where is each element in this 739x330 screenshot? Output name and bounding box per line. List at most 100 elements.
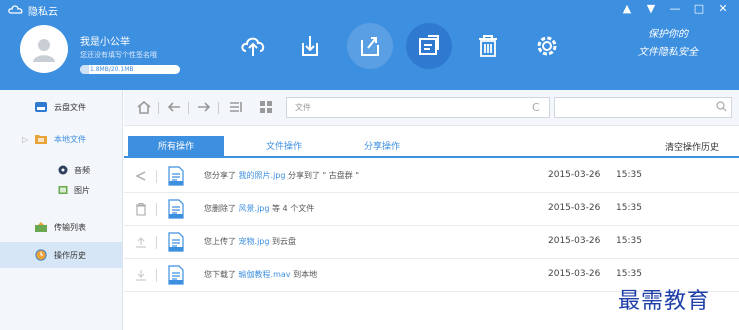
settings-icon xyxy=(537,36,557,56)
search-input[interactable] xyxy=(554,97,732,118)
history-row[interactable]: 您分享了 我的照片.jpg 分享到了 " 古盘群 " 2015-03-26 15… xyxy=(124,160,739,193)
share-button[interactable] xyxy=(347,23,393,69)
settings-button[interactable] xyxy=(524,23,570,69)
close-button[interactable]: ✕ xyxy=(717,2,729,16)
search-icon[interactable] xyxy=(716,101,727,112)
tab-file-operations[interactable]: 文件操作 xyxy=(236,136,332,158)
history-time: 15:35 xyxy=(616,170,642,180)
history-file-link[interactable]: 瑜伽教程.mav xyxy=(239,270,291,279)
clear-history-button[interactable]: 清空操作历史 xyxy=(665,140,719,153)
sidebar-subitem-images[interactable]: 图片 xyxy=(58,182,90,198)
dropdown-menu-icon[interactable]: ▼ xyxy=(645,2,657,16)
minimize-button[interactable]: — xyxy=(669,2,681,16)
trash-button[interactable] xyxy=(465,23,511,69)
sidebar-item-local-files[interactable]: ▷ 本地文件 xyxy=(0,126,122,152)
history-detail: 分享到了 " 古盘群 " xyxy=(288,171,360,180)
slogan-line-1: 保护你的 xyxy=(648,29,688,40)
tab-share-operations[interactable]: 分享操作 xyxy=(334,136,430,158)
slogan: 保护你的 文件隐私安全 xyxy=(608,26,728,62)
share-icon xyxy=(361,37,379,56)
history-tabs: 所有操作 文件操作 分享操作 清空操作历史 xyxy=(124,126,739,158)
sidebar-item-label: 本地文件 xyxy=(54,134,86,144)
history-button[interactable] xyxy=(406,23,452,69)
row-divider xyxy=(156,203,157,216)
trash-icon xyxy=(136,202,146,216)
trash-icon xyxy=(479,35,497,57)
download-icon xyxy=(302,36,318,56)
document-icon xyxy=(168,232,184,252)
history-description: 您分享了 我的照片.jpg 分享到了 " 古盘群 " xyxy=(204,170,359,181)
grid-view-icon[interactable] xyxy=(258,100,274,114)
history-date: 2015-03-26 xyxy=(548,170,601,180)
document-icon xyxy=(168,199,184,219)
history-detail: 等 4 个文件 xyxy=(272,204,315,213)
document-icon xyxy=(168,166,184,186)
upload-cloud-icon xyxy=(241,37,265,56)
history-description: 您删除了 风景.jpg 等 4 个文件 xyxy=(204,203,314,214)
tab-all-operations[interactable]: 所有操作 xyxy=(128,136,224,158)
history-action: 您删除了 xyxy=(204,204,236,213)
history-row[interactable]: 您删除了 风景.jpg 等 4 个文件 2015-03-26 15:35 xyxy=(124,193,739,226)
cloud-disk-icon xyxy=(35,102,47,112)
expand-arrow-icon[interactable]: ▷ xyxy=(22,135,28,144)
upload-cloud-button[interactable] xyxy=(230,23,276,69)
history-date: 2015-03-26 xyxy=(548,236,601,246)
avatar[interactable] xyxy=(20,25,68,73)
history-description: 您下载了 瑜伽教程.mav 到本地 xyxy=(204,269,317,280)
row-divider xyxy=(156,236,157,249)
sidebar-item-transfers[interactable]: 传输列表 xyxy=(0,214,122,240)
sidebar-item-cloud-files[interactable]: 云盘文件 xyxy=(0,94,122,120)
back-arrow-icon[interactable] xyxy=(166,100,182,114)
cloud-logo-icon xyxy=(8,5,23,14)
storage-quota-text: 1.8MB/20.1MB xyxy=(90,66,134,73)
storage-quota-fill xyxy=(80,65,89,74)
list-view-icon[interactable] xyxy=(228,100,244,114)
image-icon xyxy=(58,186,68,194)
user-avatar-icon xyxy=(33,39,55,62)
toolbar-divider xyxy=(188,102,189,114)
history-detail: 到云盘 xyxy=(272,237,297,246)
history-description: 您上传了 宠物.jpg 到云盘 xyxy=(204,236,296,247)
refresh-icon[interactable]: C xyxy=(532,101,540,114)
history-time: 15:35 xyxy=(616,269,642,279)
watermark-text: 最需教育 xyxy=(618,289,711,314)
history-icon xyxy=(419,35,439,55)
sidebar: 云盘文件 ▷ 本地文件 音频 图片 传输列表 操作历史 xyxy=(0,90,123,330)
app-title: 隐私云 xyxy=(28,6,58,18)
document-icon xyxy=(168,265,184,285)
clock-icon xyxy=(35,249,47,261)
download-button[interactable] xyxy=(287,23,333,69)
user-name: 我是小公举 xyxy=(80,37,130,48)
row-divider xyxy=(156,269,157,282)
path-input[interactable]: 文件 xyxy=(286,97,550,118)
history-file-link[interactable]: 风景.jpg xyxy=(239,204,270,213)
sidebar-item-history[interactable]: 操作历史 xyxy=(0,242,122,268)
history-action: 您上传了 xyxy=(204,237,236,246)
home-icon[interactable] xyxy=(136,100,152,114)
history-action: 您分享了 xyxy=(204,171,236,180)
history-row[interactable]: 您上传了 宠物.jpg 到云盘 2015-03-26 15:35 xyxy=(124,226,739,259)
user-signature[interactable]: 您还没有填写个性签名哦 xyxy=(80,50,157,60)
sidebar-subitem-label: 图片 xyxy=(74,185,90,195)
upload-icon xyxy=(136,237,146,248)
toolbar-divider xyxy=(158,102,159,114)
forward-arrow-icon[interactable] xyxy=(196,100,212,114)
sidebar-subitem-audio[interactable]: 音频 xyxy=(58,162,90,178)
sidebar-item-label: 云盘文件 xyxy=(54,102,86,112)
download-icon xyxy=(136,270,146,281)
slogan-line-2: 文件隐私安全 xyxy=(638,47,698,58)
sidebar-subitem-label: 音频 xyxy=(74,165,90,175)
maximize-button[interactable]: □ xyxy=(693,2,705,16)
window-controls: ▲ ▼ — □ ✕ xyxy=(621,2,729,16)
row-divider xyxy=(156,170,157,183)
history-action: 您下载了 xyxy=(204,270,236,279)
history-file-link[interactable]: 宠物.jpg xyxy=(239,237,270,246)
storage-quota-bar: 1.8MB/20.1MB xyxy=(80,65,180,74)
user-menu-icon[interactable]: ▲ xyxy=(621,2,633,16)
history-file-link[interactable]: 我的照片.jpg xyxy=(239,171,286,180)
transfer-icon xyxy=(35,222,47,232)
sidebar-item-label: 传输列表 xyxy=(54,222,86,232)
audio-icon xyxy=(58,165,68,175)
toolbar-divider xyxy=(218,102,219,114)
sidebar-item-label: 操作历史 xyxy=(54,250,86,260)
